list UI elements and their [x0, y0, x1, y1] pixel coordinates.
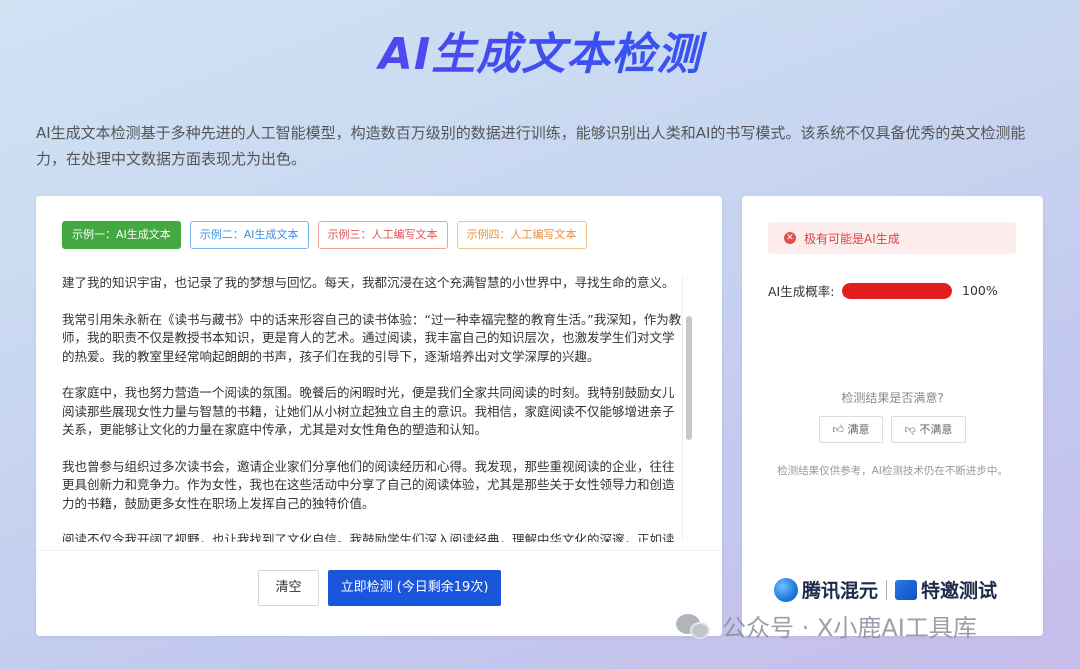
watermark-text: 公众号 · X小鹿AI工具库	[722, 614, 977, 642]
result-alert: ✕ 极有可能是AI生成	[768, 222, 1016, 254]
result-card: ✕ 极有可能是AI生成 AI生成概率: 100% 检测结果是否满意? 👍︎ 满意…	[742, 196, 1043, 636]
text-input-area[interactable]: 建了我的知识宇宙，也记录了我的梦想与回忆。每天，我都沉浸在这个充满智慧的小世界中…	[62, 274, 682, 542]
page-title: AI生成文本检测	[0, 18, 1080, 82]
disclaimer-note: 检测结果仅供参考，AI检测技术仍在不断进步中。	[777, 465, 1008, 477]
text-paragraph: 阅读不仅令我开阔了视野，也让我找到了文化自信。我鼓励学生们深入阅读经典，理解中华…	[62, 532, 675, 542]
hunyuan-logo-icon	[774, 577, 798, 602]
logo-text-2: 特邀测试	[921, 580, 998, 602]
example-4-button[interactable]: 示例四：人工编写文本	[456, 221, 587, 249]
satisfied-button[interactable]: 👍︎ 满意	[819, 416, 883, 443]
text-paragraph: 我常引用朱永新在《读书与藏书》中的话来形容自己的读书体验：“过一种幸福完整的教育…	[62, 311, 682, 364]
probability-value: 100%	[962, 283, 998, 298]
watermark: 公众号 · X小鹿AI工具库	[676, 608, 977, 643]
probability-fill	[842, 282, 952, 299]
probability-bar	[842, 282, 952, 299]
text-paragraph: 在家庭中，我也努力营造一个阅读的氛围。晚餐后的闲暇时光，便是我们全家共同阅读的时…	[62, 385, 675, 437]
example-tags: 示例一：AI生成文本 示例二：AI生成文本 示例三：人工编写文本 示例四：人工编…	[62, 221, 587, 249]
input-card: 示例一：AI生成文本 示例二：AI生成文本 示例三：人工编写文本 示例四：人工编…	[36, 196, 722, 636]
scrollbar-thumb[interactable]	[686, 316, 692, 440]
example-1-button[interactable]: 示例一：AI生成文本	[62, 221, 181, 249]
detect-button[interactable]: 立即检测 (今日剩余19次)	[328, 570, 501, 606]
example-2-button[interactable]: 示例二：AI生成文本	[189, 221, 309, 249]
text-paragraph: 建了我的知识宇宙，也记录了我的梦想与回忆。每天，我都沉浸在这个充满智慧的小世界中…	[62, 275, 675, 290]
page-intro: AI生成文本检测基于多种先进的人工智能模型，构造数百万级别的数据进行训练，能够识…	[36, 124, 1026, 168]
satisfied-label: 满意	[847, 423, 870, 436]
invite-logo-icon	[895, 579, 918, 600]
probability-row: AI生成概率: 100%	[768, 281, 998, 300]
probability-label: AI生成概率:	[768, 284, 835, 299]
text-paragraph: 我也曾参与组织过多次读书会，邀请企业家们分享他们的阅读经历和心得。我发现，那些重…	[62, 458, 675, 511]
logo-text: 腾讯混元	[802, 580, 879, 602]
thumbs-down-icon: 👎︎	[904, 423, 916, 436]
clear-button[interactable]: 清空	[258, 570, 319, 606]
divider	[36, 550, 722, 551]
close-circle-icon: ✕	[784, 232, 796, 244]
wechat-icon	[676, 612, 712, 640]
logo-separator	[886, 579, 888, 600]
partner-logo: 腾讯混元 特邀测试	[774, 576, 997, 603]
example-3-button[interactable]: 示例三：人工编写文本	[317, 221, 448, 249]
thumbs-up-icon: 👍︎	[832, 423, 845, 436]
unsatisfied-label: 不满意	[919, 423, 953, 436]
feedback-question: 检测结果是否满意?	[841, 391, 944, 405]
alert-text: 极有可能是AI生成	[804, 231, 900, 246]
unsatisfied-button[interactable]: 👎︎ 不满意	[891, 416, 966, 443]
text-scrollbar[interactable]	[682, 276, 694, 540]
